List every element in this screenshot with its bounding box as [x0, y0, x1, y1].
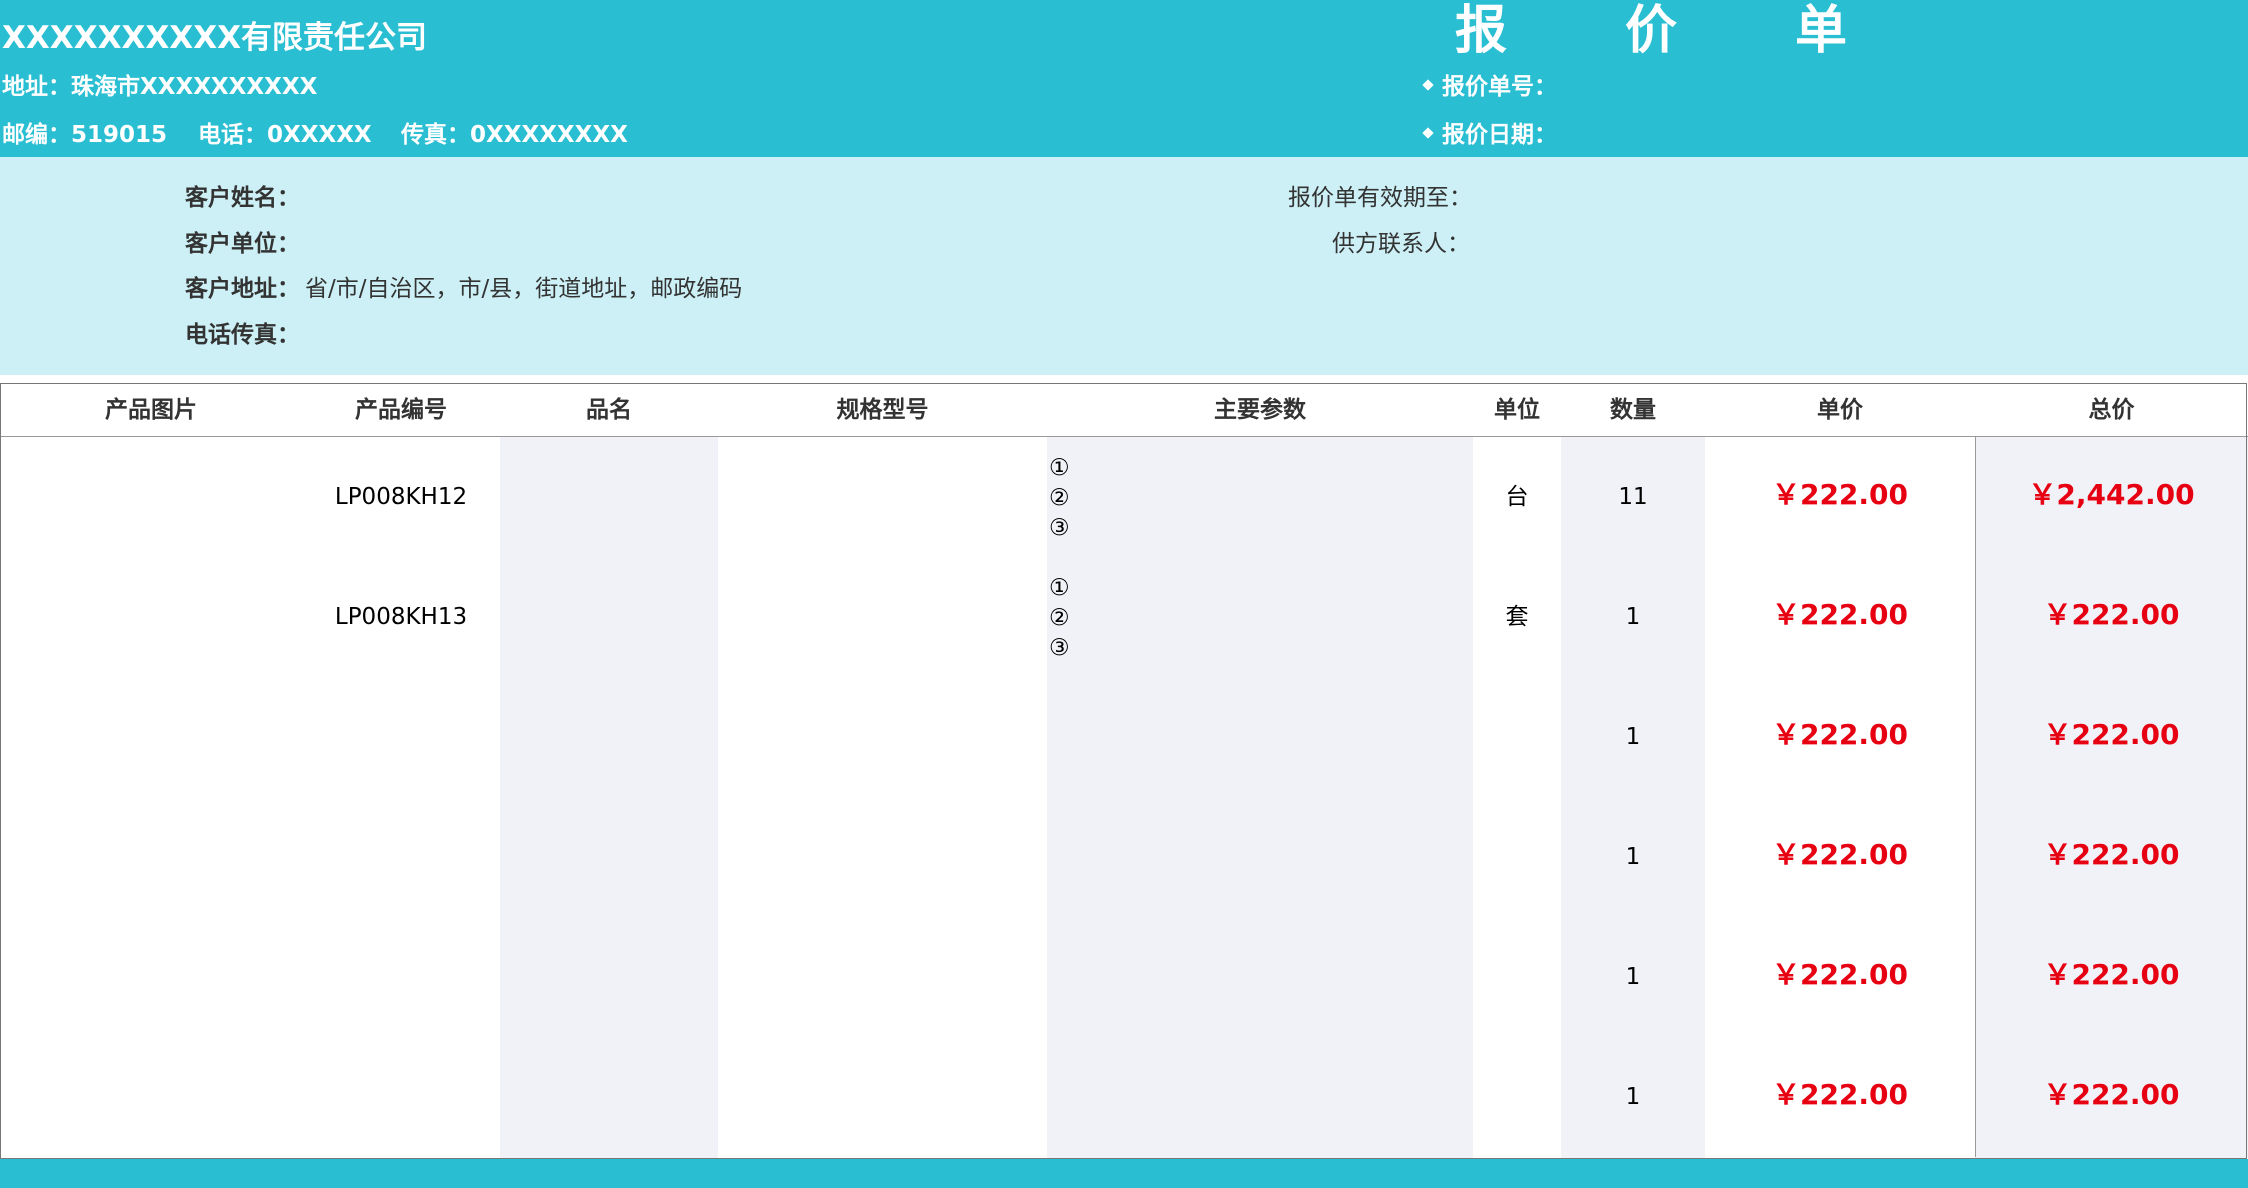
- main-params: ①②③: [1049, 455, 1070, 541]
- col-header-unit: 单位: [1494, 397, 1540, 423]
- quantity: 1: [1625, 604, 1641, 630]
- company-postcode: 邮编：519015: [2, 122, 168, 148]
- header-band: XXXXXXXXXX有限责任公司 报 价 单 地址：珠海市XXXXXXXXXX …: [0, 0, 2248, 157]
- col-header-spec: 规格型号: [836, 397, 929, 423]
- unit-price: ￥222.00: [1771, 958, 1909, 991]
- client-name-label: 客户姓名：: [185, 185, 300, 211]
- main-params: ①②③: [1049, 575, 1070, 661]
- title-char-1: 报: [1455, 1, 1508, 61]
- footer-band: [0, 1159, 2248, 1188]
- company-address: 地址：珠海市XXXXXXXXXX: [2, 74, 318, 100]
- quote-table: 产品图片 产品编号 品名 规格型号 主要参数 单位 数量 单价 总价 LP008…: [0, 383, 2248, 1159]
- unit: 套: [1505, 604, 1529, 630]
- company-name: XXXXXXXXXX有限责任公司: [2, 20, 428, 56]
- diamond-bullet-icon: [1422, 126, 1434, 139]
- product-code: LP008KH12: [334, 484, 468, 510]
- client-address-label: 客户地址：: [185, 276, 300, 302]
- product-code: LP008KH13: [334, 604, 468, 630]
- unit-price: ￥222.00: [1771, 838, 1909, 871]
- col-header-total: 总价: [2088, 397, 2135, 423]
- company-phone: 电话：0XXXXX: [198, 122, 372, 148]
- col-header-qty: 数量: [1610, 397, 1656, 423]
- title-char-2: 价: [1625, 1, 1678, 61]
- title-char-3: 单: [1795, 1, 1848, 61]
- total-price: ￥2,442.00: [2028, 478, 2195, 511]
- quantity: 1: [1625, 844, 1641, 870]
- total-price: ￥222.00: [2043, 598, 2180, 631]
- supplier-contact-label: 供方联系人：: [1332, 231, 1470, 257]
- document-title: 报 价 单: [1455, 0, 1875, 66]
- quantity: 11: [1618, 484, 1648, 510]
- col-header-name: 品名: [586, 397, 632, 423]
- company-fax: 传真：0XXXXXXXX: [401, 122, 628, 148]
- col-header-code: 产品编号: [355, 397, 447, 423]
- total-price: ￥222.00: [2043, 838, 2180, 871]
- client-unit-label: 客户单位：: [185, 231, 300, 257]
- total-price: ￥222.00: [2043, 1078, 2180, 1111]
- total-price: ￥222.00: [2043, 958, 2180, 991]
- unit-price: ￥222.00: [1771, 478, 1909, 511]
- quantity: 1: [1625, 724, 1641, 750]
- quote-number-label: 报价单号：: [1422, 72, 1557, 102]
- quantity: 1: [1625, 1084, 1641, 1110]
- quantity: 1: [1625, 964, 1641, 990]
- unit-price: ￥222.00: [1771, 598, 1909, 631]
- unit: 台: [1505, 484, 1529, 510]
- quote-date-label: 报价日期：: [1422, 120, 1557, 150]
- unit-price: ￥222.00: [1771, 718, 1909, 751]
- client-address-value: 省/市/自治区，市/县，街道地址，邮政编码: [305, 276, 743, 302]
- client-phone-fax-label: 电话传真：: [185, 322, 300, 348]
- valid-until-label: 报价单有效期至：: [1288, 185, 1472, 211]
- unit-price: ￥222.00: [1771, 1078, 1909, 1111]
- client-info-band: 客户姓名： 客户单位： 客户地址： 省/市/自治区，市/县，街道地址，邮政编码 …: [0, 157, 2248, 375]
- total-price: ￥222.00: [2043, 718, 2180, 751]
- col-header-image: 产品图片: [105, 397, 197, 423]
- col-header-params: 主要参数: [1214, 397, 1306, 423]
- diamond-bullet-icon: [1422, 78, 1434, 91]
- col-header-price: 单价: [1817, 397, 1863, 423]
